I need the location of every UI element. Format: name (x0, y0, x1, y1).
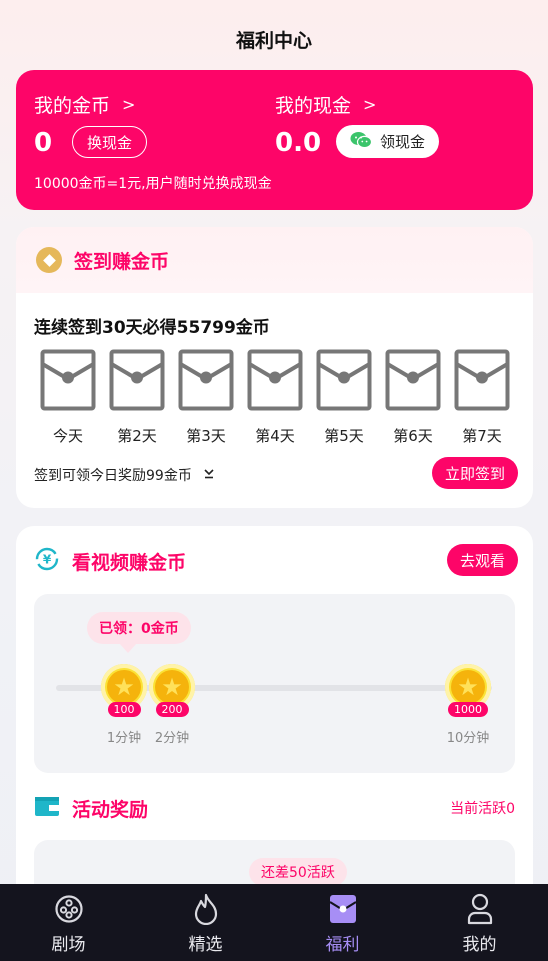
my-cash-value: 0.0 (275, 128, 322, 158)
envelope-icon (316, 349, 372, 415)
signin-day: 今天 (40, 349, 96, 446)
my-coins-label: 我的金币 (34, 95, 111, 117)
envelope-icon (247, 349, 303, 415)
chevron-right-icon: > (363, 95, 377, 114)
coin-exchange-icon: ¥ (34, 546, 60, 577)
person-icon (463, 892, 497, 926)
envelope-icon (178, 349, 234, 415)
activity-title: 活动奖励 (72, 799, 149, 821)
my-cash-link[interactable]: 我的现金 > (275, 91, 376, 118)
bottom-nav: 剧场 精选 福利 我的 (0, 884, 548, 961)
milestone-reward: 200 (155, 702, 189, 717)
milestone-time: 10分钟 (446, 731, 490, 746)
my-coins-value: 0 (34, 128, 53, 158)
wechat-icon (350, 131, 373, 153)
signin-subtitle: 连续签到30天必得55799金币 (34, 318, 270, 338)
signin-day: 第7天 (454, 349, 510, 446)
wallet-icon (34, 794, 60, 823)
signin-day-label: 第7天 (462, 427, 502, 445)
video-section-title: 看视频赚金币 (72, 552, 187, 574)
nav-item[interactable]: 精选 (137, 884, 274, 961)
signin-card: 签到赚金币 连续签到30天必得55799金币 今天 第2天 第3天 第4天 第5天 第6天… (16, 227, 533, 508)
chevron-right-icon: > (122, 95, 136, 114)
milestone-reward: 1000 (448, 702, 488, 717)
coin-icon (36, 247, 62, 273)
signin-day: 第2天 (109, 349, 165, 446)
exchange-cash-button[interactable]: 换现金 (72, 126, 148, 158)
envelope-icon (109, 349, 165, 415)
claimed-bubble: 已领：0金币 (87, 612, 191, 653)
signin-days: 今天 第2天 第3天 第4天 第5天 第6天 第7天 (40, 349, 510, 446)
remaining-activity-pill: 还差50活跃 (249, 858, 347, 886)
signin-day-label: 第4天 (255, 427, 295, 445)
signin-day: 第3天 (178, 349, 234, 446)
my-cash-label: 我的现金 (275, 95, 352, 117)
video-progress-panel: 已领：0金币 ★ 100 1分钟 ★ 200 2分钟 ★ 1000 10分钟 (34, 594, 515, 773)
nav-item-label: 福利 (325, 935, 360, 955)
red-envelope-icon (326, 892, 360, 926)
video-milestone: ★ 1000 10分钟 (438, 664, 498, 746)
signin-day: 第6天 (385, 349, 441, 446)
nav-item-label: 精选 (188, 935, 223, 955)
svg-text:¥: ¥ (43, 553, 52, 567)
signin-tip[interactable]: 签到可领今日奖励99金币 (34, 465, 216, 485)
withdraw-cash-button[interactable]: 领现金 (336, 125, 440, 158)
signin-tip-text: 签到可领今日奖励99金币 (34, 468, 192, 484)
coins-card: 我的金币 > 0 换现金 我的现金 > 0.0 领现金 10000金币=1元,用… (16, 70, 533, 210)
nav-item[interactable]: 我的 (411, 884, 548, 961)
nav-item-label: 剧场 (51, 935, 86, 955)
current-activity: 当前活跃0 (450, 801, 515, 817)
signin-title: 签到赚金币 (74, 250, 170, 273)
signin-day-label: 第2天 (117, 427, 157, 445)
nav-item[interactable]: 剧场 (0, 884, 137, 961)
nav-item[interactable]: 福利 (274, 884, 411, 961)
signin-day-label: 第3天 (186, 427, 226, 445)
signin-header: 签到赚金币 (16, 227, 533, 293)
signin-day: 第5天 (316, 349, 372, 446)
signin-day-label: 第5天 (324, 427, 364, 445)
withdraw-cash-label: 领现金 (380, 133, 426, 151)
page-title: 福利中心 (235, 29, 312, 52)
my-coins-link[interactable]: 我的金币 > (34, 91, 135, 118)
exchange-rate-note: 10000金币=1元,用户随时兑换成现金 (34, 176, 272, 192)
milestone-time: 1分钟 (106, 731, 142, 746)
nav-item-label: 我的 (462, 935, 497, 955)
signin-button[interactable]: 立即签到 (432, 457, 519, 489)
signin-day-label: 第6天 (393, 427, 433, 445)
flame-icon (189, 892, 223, 926)
envelope-icon (40, 349, 96, 415)
signin-day-label: 今天 (52, 427, 83, 445)
milestone-reward: 100 (107, 702, 141, 717)
envelope-icon (454, 349, 510, 415)
video-section-header: ¥ 看视频赚金币 (34, 546, 186, 577)
video-milestone: ★ 200 2分钟 (142, 664, 202, 746)
watch-video-button[interactable]: 去观看 (447, 544, 519, 576)
activity-section-header: 活动奖励 (34, 794, 148, 823)
page-header: 福利中心 (0, 0, 548, 76)
download-arrow-icon (202, 466, 216, 484)
signin-day: 第4天 (247, 349, 303, 446)
envelope-icon (385, 349, 441, 415)
milestone-time: 2分钟 (154, 731, 190, 746)
film-reel-icon (52, 892, 86, 926)
